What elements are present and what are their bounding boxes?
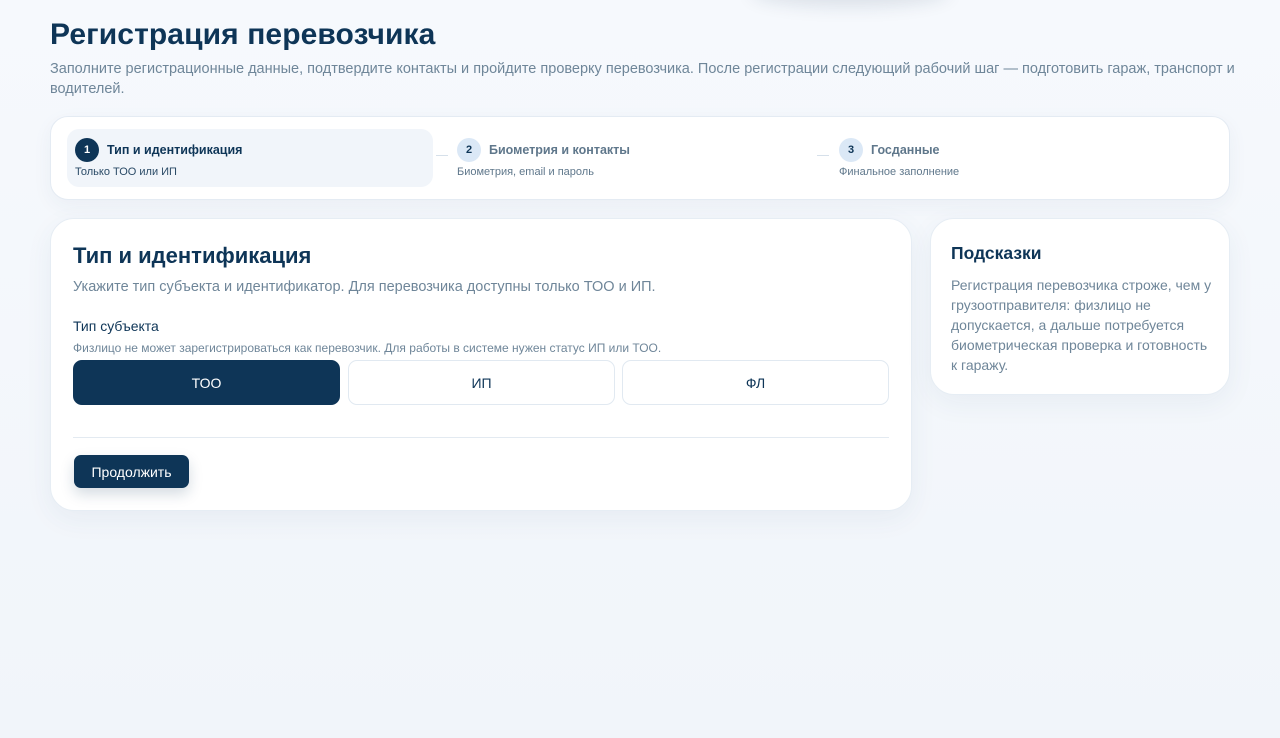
step-connector [436, 155, 448, 156]
step-3-number: 3 [839, 138, 863, 162]
entity-type-label: Тип субъекта [73, 318, 159, 334]
option-too[interactable]: ТОО [73, 360, 340, 405]
entity-type-hint: Физлицо не может зарегистрироваться как … [73, 341, 662, 355]
form-card: Тип и идентификация Укажите тип субъекта… [50, 218, 912, 511]
hints-text: Регистрация перевозчика строже, чем у гр… [951, 277, 1212, 373]
form-title: Тип и идентификация [73, 243, 312, 268]
continue-button[interactable]: Продолжить [74, 455, 189, 488]
step-1-number: 1 [75, 138, 99, 162]
form-description: Укажите тип субъекта и идентификатор. Дл… [73, 279, 656, 295]
step-3-label: Госданные [871, 143, 940, 157]
page-title: Регистрация перевозчика [50, 18, 436, 51]
step-state-data[interactable]: 3 Госданные Финальное заполнение [831, 129, 1197, 187]
option-ip[interactable]: ИП [348, 360, 615, 405]
hints-card: Подсказки Регистрация перевозчика строже… [930, 218, 1230, 395]
page-subtitle: Заполните регистрационные данные, подтве… [50, 61, 1235, 97]
option-fl[interactable]: ФЛ [622, 360, 889, 405]
step-type-identification[interactable]: 1 Тип и идентификация Только ТОО или ИП [67, 129, 433, 187]
step-2-label: Биометрия и контакты [489, 143, 630, 157]
step-1-label: Тип и идентификация [107, 143, 243, 157]
form-divider [73, 437, 889, 438]
step-biometrics-contacts[interactable]: 2 Биометрия и контакты Биометрия, email … [449, 129, 815, 187]
step-1-sub: Только ТОО или ИП [75, 166, 177, 178]
stepper: 1 Тип и идентификация Только ТОО или ИП … [50, 116, 1230, 200]
step-2-number: 2 [457, 138, 481, 162]
step-2-sub: Биометрия, email и пароль [457, 166, 594, 178]
step-connector [817, 155, 829, 156]
step-3-sub: Финальное заполнение [839, 166, 960, 178]
hints-title: Подсказки [951, 243, 1042, 263]
